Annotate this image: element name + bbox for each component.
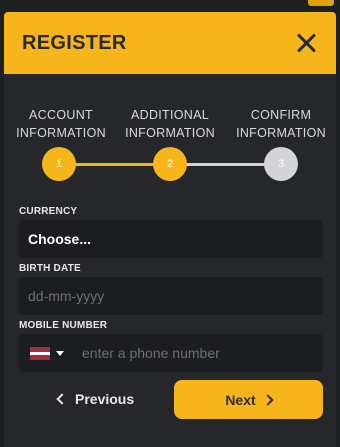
- currency-select[interactable]: Choose...: [19, 220, 323, 258]
- mobile-number-label: MOBILE NUMBER: [19, 320, 108, 331]
- mobile-number-input[interactable]: enter a phone number: [19, 334, 323, 372]
- modal-header: REGISTER: [4, 12, 336, 74]
- birth-date-placeholder: dd-mm-yyyy: [28, 288, 105, 304]
- chevron-down-icon[interactable]: [56, 350, 64, 356]
- close-icon[interactable]: [294, 31, 318, 55]
- step-label-line: INFORMATION: [16, 126, 106, 140]
- birth-date-label: BIRTH DATE: [19, 263, 81, 274]
- stepper: ACCOUNT INFORMATION ADDITIONAL INFORMATI…: [4, 74, 336, 194]
- step-circle-3: 3: [264, 147, 298, 181]
- background-accent: [308, 0, 334, 6]
- previous-button[interactable]: Previous: [48, 380, 148, 418]
- latvia-flag-icon[interactable]: [30, 346, 50, 360]
- chevron-right-icon: [262, 393, 274, 406]
- step-label-confirm: CONFIRM INFORMATION: [226, 106, 336, 142]
- next-button-label: Next: [225, 391, 256, 408]
- birth-date-input[interactable]: dd-mm-yyyy: [19, 277, 323, 315]
- step-label-line: INFORMATION: [125, 126, 215, 140]
- chevron-left-icon: [56, 393, 68, 405]
- currency-label: CURRENCY: [19, 206, 78, 217]
- currency-value: Choose...: [28, 231, 92, 247]
- modal-title: REGISTER: [22, 31, 127, 54]
- mobile-number-placeholder: enter a phone number: [82, 345, 220, 361]
- step-label-line: CONFIRM: [250, 108, 312, 122]
- next-button[interactable]: Next: [174, 380, 323, 419]
- step-label-line: ACCOUNT: [29, 108, 93, 122]
- step-label-account: ACCOUNT INFORMATION: [6, 106, 116, 142]
- step-label-line: INFORMATION: [236, 126, 326, 140]
- previous-button-label: Previous: [75, 391, 135, 407]
- step-label-line: ADDITIONAL: [130, 108, 209, 122]
- register-modal: REGISTER ACCOUNT INFORMATION ADDITIONAL …: [4, 12, 336, 447]
- step-circle-2[interactable]: 2: [153, 147, 187, 181]
- step-circle-1[interactable]: 1: [42, 147, 76, 181]
- step-label-additional: ADDITIONAL INFORMATION: [115, 106, 225, 142]
